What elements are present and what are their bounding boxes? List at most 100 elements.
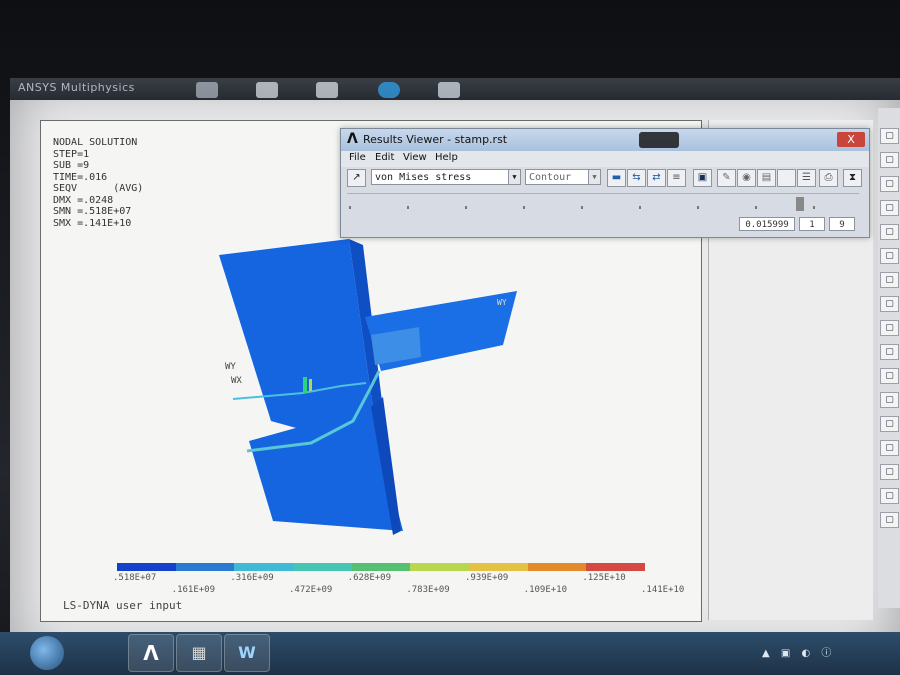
contour-swatch: [410, 563, 470, 571]
view-button[interactable]: ▢: [880, 248, 899, 264]
camera-icon[interactable]: ◉: [737, 169, 756, 187]
contour-bar: [117, 563, 646, 571]
view-button[interactable]: ▢: [880, 200, 899, 216]
view-button[interactable]: ▢: [880, 464, 899, 480]
slider-tick: [697, 206, 699, 209]
set-end-field[interactable]: 9: [829, 217, 855, 231]
taskbar-app-ansys[interactable]: Λ: [128, 634, 174, 672]
animate-icon[interactable]: ⇆: [627, 169, 646, 187]
titlebar-logo: [639, 132, 679, 148]
stress-spot: [309, 379, 312, 391]
slider-tick: [755, 206, 757, 209]
time-value-field[interactable]: 0.015999: [739, 217, 795, 231]
contour-label: .518E+07: [113, 573, 157, 583]
view-button[interactable]: ▢: [880, 320, 899, 336]
slider-tick: [349, 206, 351, 209]
contour-label: .109E+10: [523, 585, 568, 595]
slider-tick: [523, 206, 525, 209]
start-button[interactable]: [30, 636, 64, 670]
triad-label: WX: [231, 376, 242, 386]
contour-swatch: [527, 563, 587, 571]
slider-tick: [581, 206, 583, 209]
view-button[interactable]: ▢: [880, 440, 899, 456]
taskbar-app-explorer[interactable]: ▦: [176, 634, 222, 672]
status-line: LS-DYNA user input: [63, 599, 183, 612]
view-button[interactable]: ▢: [880, 512, 899, 528]
view-button[interactable]: ▢: [880, 416, 899, 432]
slider-tick: [465, 206, 467, 209]
contour-label: .472E+09: [289, 585, 333, 595]
plot-results-icon[interactable]: ▬: [607, 169, 626, 187]
chevron-down-icon[interactable]: ▼: [588, 170, 600, 184]
ansys-titlebar: ANSYS Multiphysics: [10, 78, 900, 100]
contour-swatch: [293, 563, 352, 571]
triad-label: WY: [225, 362, 236, 372]
chevron-down-icon[interactable]: ▼: [508, 170, 520, 184]
window-title: Results Viewer - stamp.rst: [363, 133, 508, 146]
view-button[interactable]: ▢: [880, 296, 899, 312]
contour-swatch: [469, 563, 528, 571]
view-button[interactable]: ▢: [880, 152, 899, 168]
results-viewer-titlebar[interactable]: Λ Results Viewer - stamp.rst X: [341, 129, 869, 151]
capture-icon[interactable]: ✎: [717, 169, 736, 187]
set-start-field[interactable]: 1: [799, 217, 825, 231]
slider-tick: [813, 206, 815, 209]
contour-label: .628E+09: [347, 573, 392, 583]
query-icon[interactable]: ⇄: [647, 169, 666, 187]
menu-bar: File Edit View Help: [341, 151, 869, 167]
slider-thumb[interactable]: [796, 197, 804, 211]
list-icon[interactable]: ≡: [667, 169, 686, 187]
result-item-value: von Mises stress: [375, 172, 472, 183]
menu-view[interactable]: View: [403, 152, 427, 163]
slider-tick: [639, 206, 641, 209]
contour-swatch: [351, 563, 411, 571]
results-viewer-window[interactable]: Λ Results Viewer - stamp.rst X File Edit…: [340, 128, 870, 238]
desktop-icon[interactable]: [316, 82, 338, 98]
plot-type-value: Contour: [529, 172, 572, 183]
close-button[interactable]: X: [837, 132, 865, 147]
hourglass-icon[interactable]: ⧗: [843, 169, 862, 187]
ansys-logo-icon: Λ: [347, 131, 358, 147]
print-icon[interactable]: ⎙: [819, 169, 838, 187]
view-button[interactable]: ▢: [880, 488, 899, 504]
screen: ANSYS Multiphysics NODAL SOLUTION STEP=1…: [10, 78, 900, 663]
contour-label: .125E+10: [582, 573, 626, 583]
taskbar-app-word[interactable]: W: [224, 634, 270, 672]
contour-swatch: [234, 563, 294, 571]
contour-label: .783E+09: [406, 585, 450, 595]
view-button[interactable]: ▢: [880, 392, 899, 408]
view-button[interactable]: ▢: [880, 176, 899, 192]
results-toolbar: ↗ von Mises stress ▼ Contour ▼ ▬ ⇆ ⇄ ≡ ▣…: [341, 167, 869, 189]
contour-swatch: [117, 563, 176, 571]
slider-tick: [407, 206, 409, 209]
contour-label: .161E+09: [171, 585, 216, 595]
desktop-icon[interactable]: [196, 82, 218, 98]
item-picker-button[interactable]: ↗: [347, 169, 366, 187]
desktop-icon[interactable]: [378, 82, 400, 98]
contour-label: .316E+09: [230, 573, 274, 583]
contour-swatch: [586, 563, 646, 571]
desktop-icon[interactable]: [256, 82, 278, 98]
table-icon[interactable]: ☰: [797, 169, 816, 187]
view-button[interactable]: ▢: [880, 368, 899, 384]
view-button[interactable]: ▢: [880, 224, 899, 240]
blank-tool[interactable]: [777, 169, 796, 187]
plot-type-select[interactable]: Contour ▼: [525, 169, 601, 185]
menu-edit[interactable]: Edit: [375, 152, 394, 163]
view-button[interactable]: ▢: [880, 128, 899, 144]
image-icon[interactable]: ▣: [693, 169, 712, 187]
menu-file[interactable]: File: [349, 152, 366, 163]
time-slider[interactable]: [347, 193, 859, 216]
system-tray[interactable]: ▲ ▣ ◐ ⓘ: [762, 644, 835, 659]
menu-help[interactable]: Help: [435, 152, 458, 163]
app-title: ANSYS Multiphysics: [18, 81, 135, 94]
desktop-icon[interactable]: [438, 82, 460, 98]
taskbar: Λ ▦ W ▲ ▣ ◐ ⓘ: [0, 632, 900, 675]
pan-zoom-toolbar: ▢ ▢ ▢ ▢ ▢ ▢ ▢ ▢ ▢ ▢ ▢ ▢ ▢ ▢ ▢ ▢ ▢: [878, 108, 900, 608]
view-button[interactable]: ▢: [880, 344, 899, 360]
view-button[interactable]: ▢: [880, 272, 899, 288]
export-icon[interactable]: ▤: [757, 169, 776, 187]
result-item-select[interactable]: von Mises stress ▼: [371, 169, 521, 185]
triad-label: WY: [497, 298, 507, 307]
contour-label: .939E+09: [465, 573, 509, 583]
